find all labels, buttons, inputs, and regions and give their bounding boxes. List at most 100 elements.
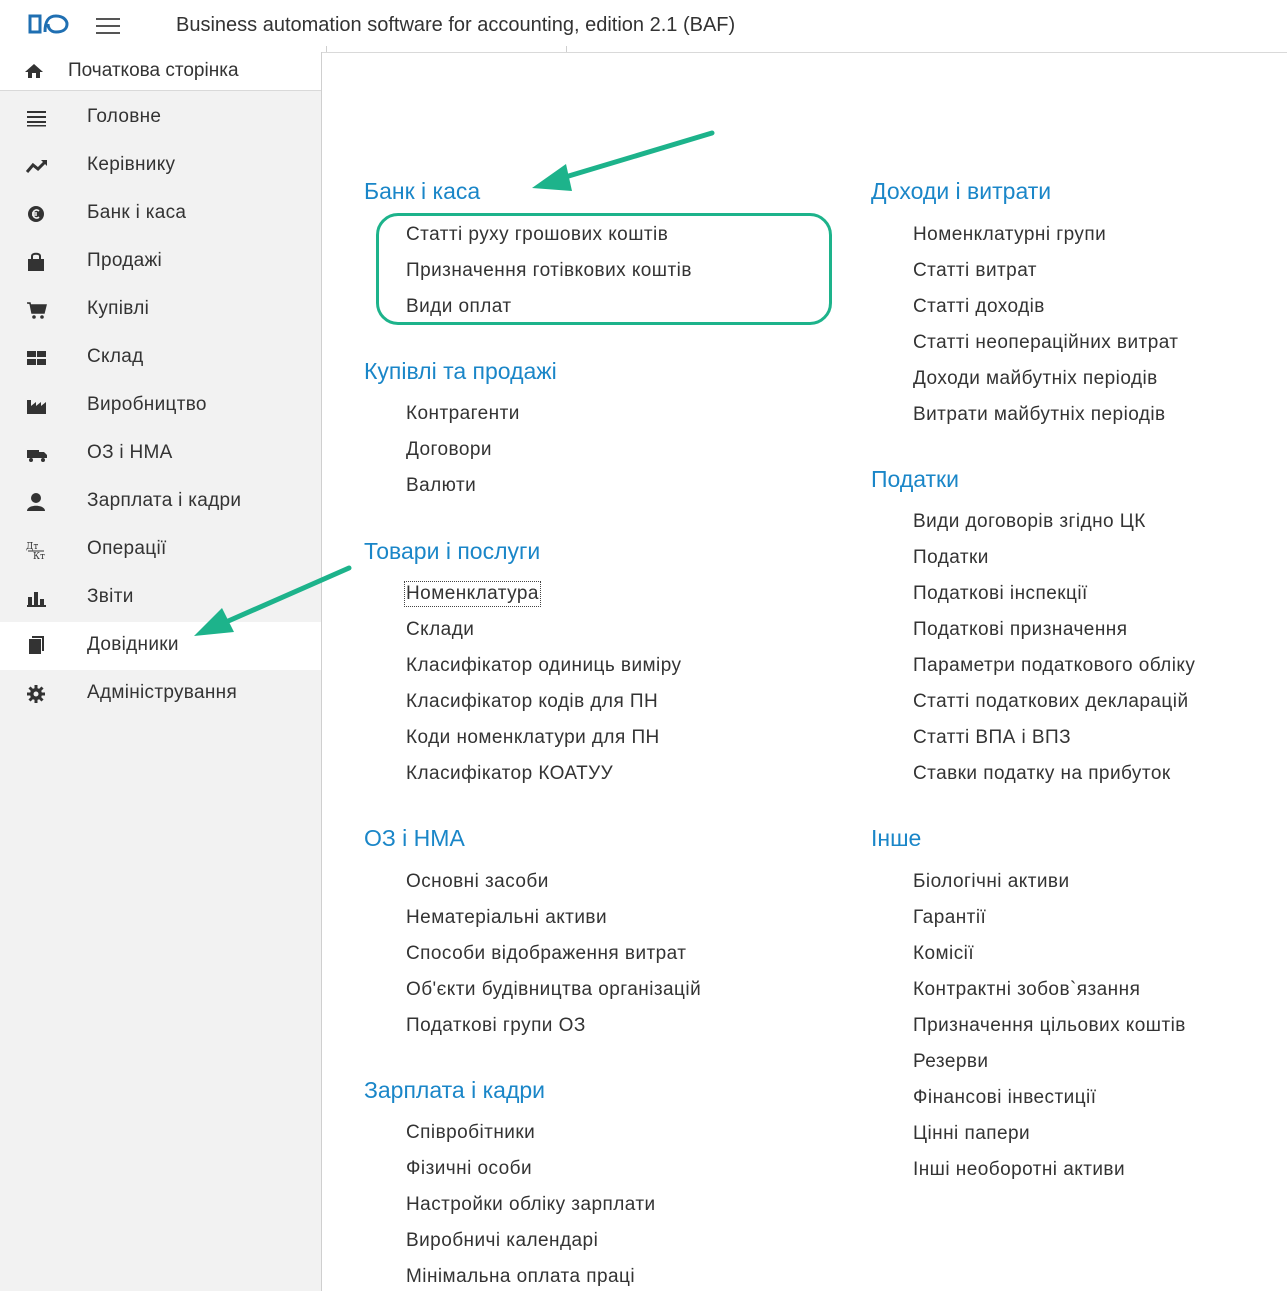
link-other-noncurrent-assets[interactable]: Інші необоротні активи [913, 1159, 1125, 1181]
dt-kt-icon: Дт Кт [26, 542, 45, 560]
link-deferred-expenses[interactable]: Витрати майбутніх періодів [913, 404, 1166, 426]
sidebar-item-label: ОЗ і НМА [87, 442, 173, 463]
link-payroll-settings[interactable]: Настройки обліку зарплати [406, 1194, 656, 1216]
annotation-arrow-bank [532, 130, 715, 191]
sidebar-item-main[interactable]: Головне [0, 94, 321, 142]
link-calendars[interactable]: Виробничі календарі [406, 1230, 598, 1252]
link-guarantees[interactable]: Гарантії [913, 907, 986, 929]
sidebar-item-sales[interactable]: Продажі [0, 238, 321, 286]
svg-text:Кт: Кт [33, 552, 45, 560]
tab-divider [566, 46, 567, 52]
link-securities[interactable]: Цінні папери [913, 1123, 1030, 1145]
link-intangible-assets[interactable]: Нематеріальні активи [406, 907, 607, 929]
link-tax-accounting-params[interactable]: Параметри податкового обліку [913, 655, 1195, 677]
tab-divider [326, 46, 327, 52]
link-nomenclature-codes[interactable]: Коди номенклатури для ПН [406, 727, 660, 749]
link-targeted-funds[interactable]: Призначення цільових коштів [913, 1015, 1186, 1037]
sidebar-item-label: Банк і каса [87, 202, 187, 223]
section-title-taxes[interactable]: Податки [871, 466, 959, 493]
section-title-salary[interactable]: Зарплата і кадри [364, 1077, 545, 1104]
link-expense-methods[interactable]: Способи відображення витрат [406, 943, 686, 965]
app-title: Business automation software for account… [176, 14, 736, 36]
link-construction-objects[interactable]: Об'єкти будівництва організацій [406, 979, 701, 1001]
link-expense-items[interactable]: Статті витрат [913, 260, 1037, 282]
link-taxes[interactable]: Податки [913, 547, 989, 569]
link-codes-classifier[interactable]: Класифікатор кодів для ПН [406, 691, 658, 713]
sidebar-item-label: Головне [87, 106, 162, 127]
factory-icon [27, 400, 46, 414]
link-contract-types[interactable]: Види договорів згідно ЦК [913, 511, 1146, 533]
sidebar-item-label: Початкова сторінка [68, 60, 239, 81]
link-income-items[interactable]: Статті доходів [913, 296, 1045, 318]
link-deferred-income[interactable]: Доходи майбутніх періодів [913, 368, 1158, 390]
shopping-cart-icon [27, 302, 47, 319]
gear-icon [27, 685, 45, 703]
link-employees[interactable]: Співробітники [406, 1122, 535, 1144]
truck-icon [27, 450, 47, 462]
sidebar-item-production[interactable]: Виробництво [0, 382, 321, 430]
link-nomenclature-groups[interactable]: Номенклатурні групи [913, 224, 1106, 246]
section-title-fixed-assets[interactable]: ОЗ і НМА [364, 825, 465, 852]
link-contracts[interactable]: Договори [406, 439, 492, 461]
sidebar-item-manager[interactable]: Керівнику [0, 142, 321, 190]
section-title-goods[interactable]: Товари і послуги [364, 538, 540, 565]
sidebar-item-reports[interactable]: Звіти [0, 574, 321, 622]
link-individuals[interactable]: Фізичні особи [406, 1158, 532, 1180]
home-icon [25, 64, 43, 78]
sidebar-item-label: Керівнику [87, 154, 176, 175]
link-commissions[interactable]: Комісії [913, 943, 974, 965]
menu-lines-icon [27, 111, 46, 127]
sidebar-item-label: Купівлі [87, 298, 150, 319]
link-currencies[interactable]: Валюти [406, 475, 476, 497]
sidebar-item-label: Склад [87, 346, 144, 367]
sidebar-item-home[interactable]: Початкова сторінка [0, 52, 321, 91]
warehouse-icon [27, 351, 46, 365]
link-minimum-wage[interactable]: Мінімальна оплата праці [406, 1266, 635, 1288]
sidebar-item-label: Довідники [87, 634, 179, 655]
link-contract-liabilities[interactable]: Контрактні зобов`язання [913, 979, 1140, 1001]
link-tax-groups[interactable]: Податкові групи ОЗ [406, 1015, 586, 1037]
link-koatuu-classifier[interactable]: Класифікатор КОАТУУ [406, 763, 613, 785]
annotation-highlight-box [376, 213, 832, 325]
sidebar: Початкова сторінка Головне Керівнику Бан… [0, 52, 322, 1291]
link-reserves[interactable]: Резерви [913, 1051, 988, 1073]
section-title-income-expenses[interactable]: Доходи і витрати [871, 178, 1051, 205]
link-biological-assets[interactable]: Біологічні активи [913, 871, 1070, 893]
1c-logo-icon[interactable] [26, 12, 70, 36]
link-tax-inspections[interactable]: Податкові інспекції [913, 583, 1088, 605]
sidebar-item-label: Продажі [87, 250, 163, 271]
sidebar-item-salary[interactable]: Зарплата і кадри [0, 478, 321, 526]
link-units-classifier[interactable]: Класифікатор одиниць виміру [406, 655, 681, 677]
link-profit-tax-rates[interactable]: Ставки податку на прибуток [913, 763, 1171, 785]
bar-chart-icon [27, 592, 46, 607]
section-title-other[interactable]: Інше [871, 825, 921, 852]
sidebar-item-operations[interactable]: Дт Кт Операції [0, 526, 321, 574]
sidebar-item-references[interactable]: Довідники [0, 622, 321, 670]
sidebar-item-label: Адміністрування [87, 682, 238, 703]
link-vpa-vpz-items[interactable]: Статті ВПА і ВПЗ [913, 727, 1071, 749]
section-title-purchases-sales[interactable]: Купівлі та продажі [364, 358, 557, 385]
link-warehouses[interactable]: Склади [406, 619, 474, 641]
currency-coin-icon [28, 206, 44, 222]
top-bar: Business automation software for account… [0, 0, 1287, 53]
link-nonoperating-expenses[interactable]: Статті неопераційних витрат [913, 332, 1178, 354]
sidebar-item-label: Звіти [87, 586, 134, 607]
link-financial-investments[interactable]: Фінансові інвестиції [913, 1087, 1096, 1109]
sidebar-item-label: Виробництво [87, 394, 207, 415]
link-tax-purposes[interactable]: Податкові призначення [913, 619, 1127, 641]
link-nomenclature[interactable]: Номенклатура [404, 581, 541, 607]
link-counterparties[interactable]: Контрагенти [406, 403, 520, 425]
link-fixed-assets[interactable]: Основні засоби [406, 871, 549, 893]
books-icon [29, 636, 44, 654]
hamburger-icon[interactable] [96, 18, 120, 34]
sidebar-item-purchases[interactable]: Купівлі [0, 286, 321, 334]
shopping-bag-icon [28, 252, 44, 271]
link-declaration-items[interactable]: Статті податкових декларацій [913, 691, 1189, 713]
sidebar-item-warehouse[interactable]: Склад [0, 334, 321, 382]
sidebar-item-administration[interactable]: Адміністрування [0, 670, 321, 718]
sidebar-item-fixed-assets[interactable]: ОЗ і НМА [0, 430, 321, 478]
section-title-bank[interactable]: Банк і каса [364, 178, 480, 205]
sidebar-item-label: Зарплата і кадри [87, 490, 242, 511]
sidebar-item-bank[interactable]: Банк і каса [0, 190, 321, 238]
sidebar-item-label: Операції [87, 538, 167, 559]
